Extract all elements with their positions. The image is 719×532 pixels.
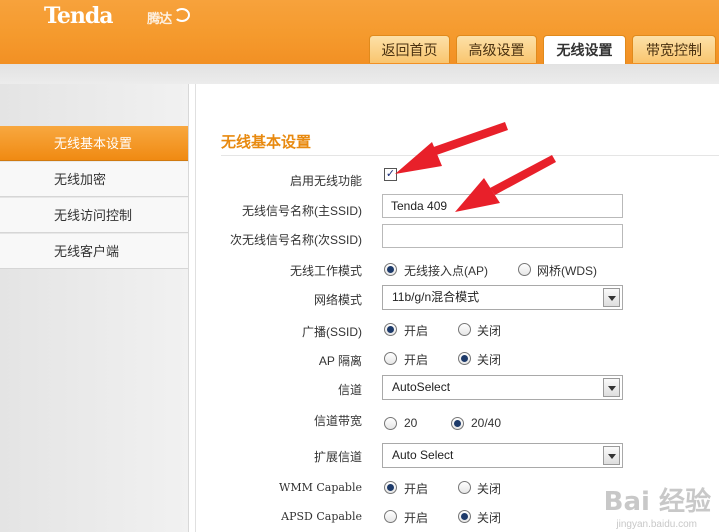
work-mode-label: 无线工作模式	[289, 264, 362, 278]
broadcast-off-radio[interactable]	[458, 323, 471, 336]
channel-select[interactable]: AutoSelect	[382, 375, 623, 400]
wmm-label: WMM Capable	[279, 481, 362, 494]
tab-advanced[interactable]: 高级设置	[456, 35, 537, 63]
enable-wireless-label: 启用无线功能	[289, 174, 362, 188]
tab-home-label: 返回首页	[381, 42, 438, 58]
tab-bandwidth-label: 带宽控制	[646, 42, 702, 58]
ap-isolation-on-radio[interactable]	[384, 352, 397, 365]
work-mode-wds-label: 网桥(WDS)	[537, 264, 597, 278]
network-mode-value: 11b/g/n混合模式	[392, 290, 480, 304]
header-underline-band	[0, 64, 719, 84]
ssid-input[interactable]: Tenda 409	[382, 194, 623, 218]
ext-channel-value: Auto Select	[392, 448, 454, 462]
tenda-logo: Tenda 腾达	[44, 3, 172, 29]
channel-value: AutoSelect	[392, 380, 451, 394]
bandwidth-label: 信道带宽	[313, 414, 362, 428]
enable-wireless-checkbox[interactable]: ✓	[384, 168, 397, 181]
wmm-on-radio[interactable]	[384, 481, 397, 494]
sidebar-item-label: 无线加密	[54, 172, 107, 187]
ssid2-input[interactable]	[382, 224, 623, 248]
sidebar-item-label: 无线访问控制	[54, 208, 133, 223]
apsd-off-radio[interactable]	[458, 510, 471, 523]
network-mode-label: 网络模式	[313, 293, 362, 307]
checkmark-icon: ✓	[385, 168, 396, 180]
sidebar-item-access-control[interactable]: 无线访问控制	[0, 198, 188, 233]
sidebar-item-basic[interactable]: 无线基本设置	[0, 126, 188, 161]
bandwidth-20-radio[interactable]	[384, 417, 397, 430]
tab-home[interactable]: 返回首页	[369, 35, 450, 63]
work-mode-wds-radio[interactable]	[518, 263, 531, 276]
dropdown-arrow-icon	[603, 378, 620, 397]
logo-text: Tenda	[44, 3, 113, 29]
tab-bandwidth[interactable]: 带宽控制	[632, 35, 716, 63]
broadcast-on-label: 开启	[404, 324, 429, 338]
ssid2-label: 次无线信号名称(次SSID)	[229, 233, 362, 247]
baidu-watermark: Bai 经验	[603, 487, 711, 517]
broadcast-on-radio[interactable]	[384, 323, 397, 336]
sidebar: 无线基本设置 无线加密 无线访问控制 无线客户端	[0, 84, 189, 532]
dropdown-arrow-icon	[603, 446, 620, 465]
apsd-off-label: 关闭	[477, 511, 502, 525]
header-bar: Tenda 腾达 返回首页 高级设置 无线设置 带宽控制	[0, 0, 719, 65]
ap-isolation-off-radio[interactable]	[458, 352, 471, 365]
apsd-on-label: 开启	[404, 511, 429, 525]
tab-advanced-label: 高级设置	[468, 42, 525, 58]
page-title: 无线基本设置	[221, 134, 312, 151]
ap-isolation-off-label: 关闭	[477, 353, 502, 367]
bandwidth-2040-label: 20/40	[471, 416, 502, 430]
bandwidth-20-label: 20	[404, 416, 418, 430]
ap-isolation-label: AP 隔离	[318, 354, 362, 368]
network-mode-select[interactable]: 11b/g/n混合模式	[382, 285, 623, 310]
work-mode-ap-radio[interactable]	[384, 263, 397, 276]
sidebar-item-encryption[interactable]: 无线加密	[0, 162, 188, 197]
bandwidth-2040-radio[interactable]	[451, 417, 464, 430]
apsd-label: APSD Capable	[281, 510, 362, 523]
broadcast-off-label: 关闭	[477, 324, 502, 338]
channel-label: 信道	[337, 383, 362, 397]
dropdown-arrow-icon	[603, 288, 620, 307]
logo-suffix: 腾达	[147, 12, 172, 27]
ap-isolation-on-label: 开启	[404, 353, 429, 367]
work-mode-ap-label: 无线接入点(AP)	[404, 264, 489, 278]
wmm-off-label: 关闭	[477, 482, 502, 496]
tab-wireless-label: 无线设置	[556, 42, 613, 58]
wmm-on-label: 开启	[404, 482, 429, 496]
broadcast-label: 广播(SSID)	[301, 325, 362, 339]
wmm-off-radio[interactable]	[458, 481, 471, 494]
sidebar-item-label: 无线客户端	[54, 244, 120, 259]
ext-channel-label: 扩展信道	[313, 450, 362, 464]
apsd-on-radio[interactable]	[384, 510, 397, 523]
logo-swoosh-icon	[174, 8, 190, 22]
tab-wireless[interactable]: 无线设置	[543, 35, 626, 65]
sidebar-item-label: 无线基本设置	[54, 136, 133, 151]
watermark-url: jingyan.baidu.com	[616, 519, 697, 530]
title-divider	[221, 155, 719, 156]
ssid-label: 无线信号名称(主SSID)	[241, 204, 362, 218]
ext-channel-select[interactable]: Auto Select	[382, 443, 623, 468]
sidebar-item-clients[interactable]: 无线客户端	[0, 234, 188, 269]
